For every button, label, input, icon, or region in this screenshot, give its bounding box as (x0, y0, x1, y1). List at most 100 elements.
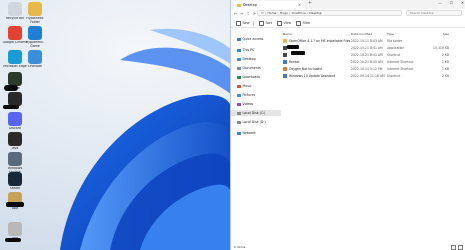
file-row[interactable]: Windows 10 Update Assistant 2022-09-14 11… (283, 73, 463, 79)
sidebar-item[interactable]: › Documents (231, 65, 281, 71)
status-bar: 6 items (231, 244, 465, 250)
sidebar-item-label: This PC (242, 48, 255, 52)
breadcrumb-item[interactable]: Home › (268, 11, 279, 15)
redacted-icon-label (3, 105, 19, 109)
sidebar-item-icon (237, 111, 241, 115)
toolbar-view-button[interactable]: View (277, 20, 292, 26)
details-view-icon[interactable] (451, 244, 456, 250)
maximize-button[interactable]: ☐ (450, 1, 453, 5)
separator (253, 20, 254, 26)
sidebar-item[interactable]: › Videos (231, 101, 281, 107)
sidebar-item[interactable]: › Downloads (231, 74, 281, 80)
file-name: Windows 10 Update Assistant (289, 74, 335, 78)
refresh-button[interactable]: ⟳ (253, 11, 256, 16)
toolbar-label: New (242, 21, 250, 25)
sidebar-item-icon (237, 37, 241, 41)
toolbar-label: View (283, 21, 292, 25)
redacted-icon-label (6, 202, 24, 207)
app-icon (8, 132, 22, 146)
file-row[interactable]: Reveal 2022-10-21 8:40 AM Internet Shortcu… (283, 59, 463, 65)
sidebar-item-label: Quick access (242, 37, 264, 41)
column-header[interactable]: Name (283, 32, 351, 37)
sidebar-item[interactable]: › Desktop (231, 56, 281, 62)
desktop-icon[interactable]: OneNote (22, 50, 48, 73)
file-icon (283, 39, 287, 43)
file-row[interactable]: OpenOffice 4.1.7 on MS Installable Files… (283, 38, 463, 44)
app-icon (8, 2, 22, 16)
file-icon (283, 53, 287, 57)
file-explorer-window: Desktop ✕ + — ☐ ✕ ← → ↑ ⟳ ▭ › Home › Hugo … (230, 0, 465, 250)
sidebar-item-label: Music (242, 84, 252, 88)
toolbar-label: Sort (265, 21, 272, 25)
sidebar-item-label: Local Disk (D:) (242, 120, 266, 124)
file-name: Oxygen Not Included (289, 67, 322, 71)
redacted-icon-label (4, 85, 18, 91)
tab-label: Desktop (243, 3, 257, 7)
close-window-button[interactable]: ✕ (461, 1, 464, 5)
sidebar-item[interactable]: › Quick access (231, 36, 281, 42)
sidebar-item-label: Desktop (242, 57, 256, 61)
file-row[interactable]: Oxygen Not Included 2022-10-11 5:12 PM Int… (283, 66, 463, 72)
breadcrumb-item[interactable]: Hugo › (280, 11, 290, 15)
file-name-cell: Reveal (283, 60, 351, 64)
file-size: 2 KB (441, 53, 449, 57)
file-name-cell: Oxygen Not Included (283, 67, 351, 71)
desktop-icon-label: Hypothetic Folder (26, 17, 44, 24)
file-row[interactable]: 2022-10-21 8:41 AM Shortcut 2 KB (283, 52, 463, 58)
sidebar-item-label: Downloads (242, 75, 261, 79)
sort-icon (258, 20, 264, 26)
minimize-button[interactable]: — (438, 1, 442, 5)
sidebar-item[interactable]: › Music (231, 83, 281, 89)
file-type: Shortcut (387, 74, 401, 78)
toolbar-sort-button[interactable]: Sort (258, 20, 272, 26)
tiles-view-icon[interactable] (458, 244, 463, 250)
desktop-icon[interactable]: Hypothetic-Game (22, 26, 48, 49)
view-icon (277, 20, 282, 26)
app-icon (28, 26, 42, 40)
sidebar-item-icon (237, 48, 241, 52)
column-headers: Name Date modified Type Size (283, 32, 463, 37)
column-header[interactable]: Date modified (351, 32, 387, 37)
back-button[interactable]: ← (234, 11, 237, 16)
sidebar-item[interactable]: › Local Disk (C:) (231, 110, 281, 116)
address-bar[interactable]: ▭ › Home › Hugo › OneDrive › Desktop (257, 10, 402, 16)
toolbar-filter-button[interactable]: Filter (296, 20, 310, 26)
search-placeholder: Search Desktop (410, 11, 434, 15)
file-row[interactable]: 2022-10-21 8:41 AM Application 15,316 KB (283, 45, 463, 51)
app-icon (8, 152, 22, 166)
app-icon (8, 72, 22, 86)
file-size: 2 KB (441, 74, 449, 78)
sidebar-item-label: Network (242, 131, 256, 135)
sidebar-item-label: Documents (242, 66, 261, 70)
up-button[interactable]: ↑ (246, 11, 249, 16)
breadcrumb-item[interactable]: Desktop (309, 11, 321, 15)
sidebar-item-icon (237, 93, 241, 97)
sidebar-item-icon (237, 84, 241, 88)
filter-icon (296, 20, 302, 26)
new-tab-button[interactable]: + (308, 1, 312, 6)
sidebar-item[interactable]: › Pictures (231, 92, 281, 98)
sidebar-item[interactable]: ⌄ This PC (231, 47, 281, 53)
forward-button[interactable]: → (240, 11, 243, 16)
tab-desktop[interactable]: Desktop ✕ (234, 1, 304, 9)
desktop-icon[interactable]: Hypothetic Folder (22, 2, 48, 25)
redacted-icon-label (5, 238, 21, 242)
item-count: 6 items (234, 245, 246, 249)
search-input[interactable]: Search Desktop (406, 10, 462, 16)
sidebar-item-icon (237, 75, 241, 79)
file-name: OpenOffice 4.1.7 on MS Installable Files (289, 39, 351, 43)
app-icon (28, 50, 42, 64)
command-bar: New Sort View Filter (231, 19, 465, 28)
computer-icon: ▭ › (261, 11, 266, 15)
date-modified: 2022-10-21 8:41 AM (351, 46, 383, 50)
sidebar-item[interactable]: › Network (231, 130, 281, 136)
column-header[interactable]: Size (419, 32, 449, 37)
sidebar-item[interactable]: › Local Disk (D:) (231, 119, 281, 125)
app-icon (8, 172, 22, 186)
close-tab-icon[interactable]: ✕ (298, 3, 301, 7)
file-icon (283, 74, 287, 78)
toolbar-new-button[interactable]: New (236, 20, 250, 26)
breadcrumb-item[interactable]: OneDrive › (292, 11, 308, 15)
file-size: 1 KB (441, 60, 449, 64)
column-header[interactable]: Type (387, 32, 419, 37)
